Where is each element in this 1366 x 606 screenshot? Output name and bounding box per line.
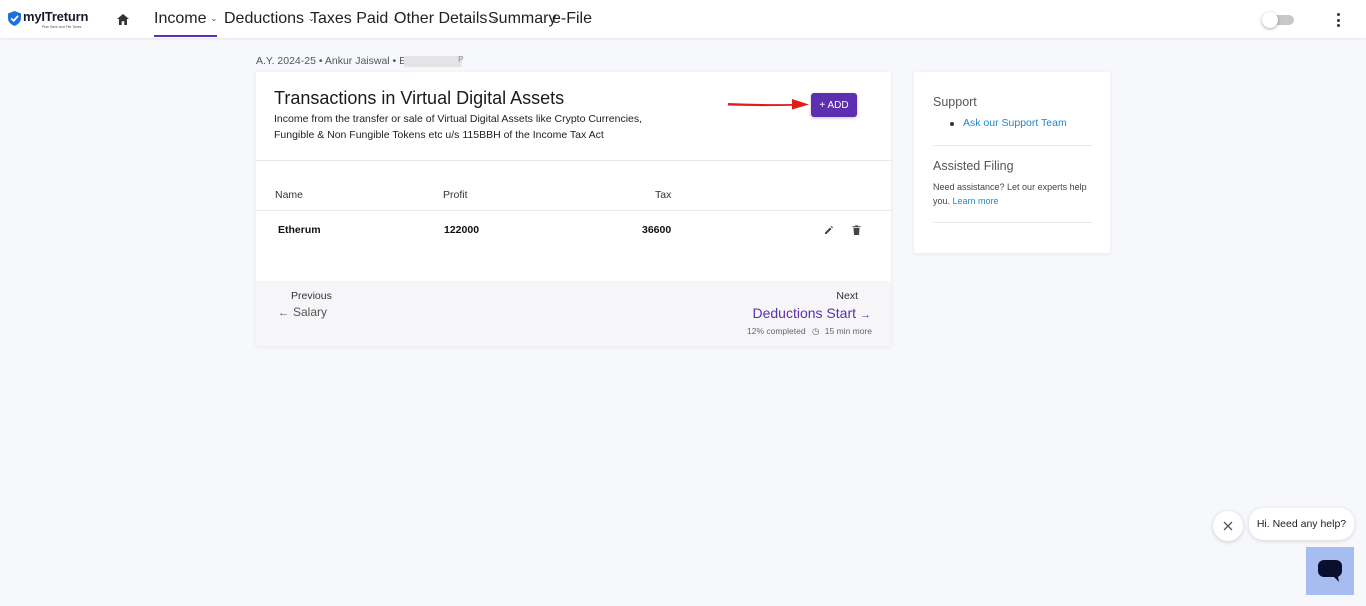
time-remaining-text: 15 min more [824, 326, 872, 336]
nav-deductions[interactable]: Deductions ⌄ [224, 0, 315, 38]
trash-icon[interactable] [852, 225, 861, 235]
theme-toggle-switch[interactable] [1262, 12, 1294, 28]
breadcrumb-trailing: P [458, 55, 464, 64]
nav-efile-label: e-File [552, 10, 593, 27]
nav-income[interactable]: Income ⌄ [154, 0, 218, 38]
row-profit: 122000 [444, 224, 480, 236]
chat-launcher-button[interactable] [1306, 547, 1354, 595]
learn-more-link[interactable]: Learn more [953, 196, 999, 206]
assisted-filing-text: Need assistance? Let our experts help yo… [933, 180, 1093, 208]
header-divider [256, 160, 891, 161]
clock-icon: ◷ [811, 326, 820, 336]
chat-close-button[interactable] [1213, 511, 1243, 541]
arrow-right-icon: → [860, 309, 871, 321]
redacted-pan [404, 55, 463, 67]
row-name: Etherum [278, 224, 321, 236]
support-title: Support [933, 95, 977, 109]
description-line-1: Income from the transfer or sale of Virt… [274, 113, 643, 125]
page-title: Transactions in Virtual Digital Assets [274, 88, 565, 108]
previous-step-label: Salary [293, 305, 328, 319]
step-navigation-footer: Previous ← Salary Next Deductions Start → … [256, 281, 891, 346]
breadcrumb-text: A.Y. 2024-25 • Ankur Jaiswal • E [256, 55, 407, 67]
next-step-link[interactable]: Deductions Start → [753, 305, 872, 321]
nav-efile[interactable]: e-File [552, 0, 592, 38]
nav-taxes-paid[interactable]: Taxes Paid ⌄ [310, 0, 399, 38]
shield-check-icon [8, 11, 21, 26]
progress-info: 12% completed ◷ 15 min more [747, 326, 872, 337]
nav-summary[interactable]: Summary [488, 0, 556, 38]
next-label: Next [836, 290, 858, 302]
previous-step-link[interactable]: ← Salary [278, 305, 327, 319]
logo-text: myITreturn [23, 9, 89, 24]
previous-label: Previous [291, 290, 332, 302]
nav-taxes-paid-label: Taxes Paid [310, 10, 389, 27]
nav-other-details-label: Other Details [394, 10, 488, 27]
arrow-left-icon: ← [278, 307, 289, 319]
close-icon [1223, 521, 1233, 531]
chat-icon [1318, 560, 1342, 582]
column-header-profit: Profit [443, 189, 468, 201]
nav-summary-label: Summary [488, 10, 557, 27]
nav-deductions-label: Deductions [224, 10, 305, 27]
more-vertical-icon[interactable] [1334, 13, 1342, 27]
progress-text: 12% completed [746, 326, 806, 336]
home-icon[interactable] [117, 14, 129, 25]
column-header-tax: Tax [655, 189, 672, 201]
row-tax: 36600 [642, 224, 672, 236]
breadcrumb: A.Y. 2024-25 • Ankur Jaiswal • E P [256, 55, 464, 67]
nav-income-label: Income [154, 10, 207, 27]
app-logo[interactable]: myITreturn Plan Save and File Taxes [8, 9, 89, 29]
list-bullet [950, 122, 954, 126]
sidebar-divider [933, 222, 1092, 223]
support-team-link[interactable]: Ask our Support Team [963, 117, 1067, 129]
vda-transactions-card: Transactions in Virtual Digital Assets I… [256, 72, 891, 346]
red-arrow-annotation [728, 99, 809, 110]
sidebar-divider [933, 145, 1092, 146]
description-line-2: Fungible & Non Fungible Tokens etc u/s 1… [274, 129, 604, 141]
add-transaction-button[interactable]: + ADD [811, 93, 857, 117]
column-header-name: Name [275, 189, 304, 201]
chevron-down-icon: ⌄ [210, 13, 218, 23]
table-header-divider [256, 210, 891, 211]
nav-other-details[interactable]: Other Details ⌄ [394, 0, 498, 38]
section-description: Income from the transfer or sale of Virt… [274, 111, 674, 143]
edit-pencil-icon[interactable] [824, 225, 834, 235]
toggle-knob [1262, 12, 1278, 28]
logo-tagline: Plan Save and File Taxes [42, 25, 82, 29]
chat-greeting-bubble[interactable]: Hi. Need any help? [1249, 508, 1354, 540]
support-sidebar: Support Ask our Support Team Assisted Fi… [914, 72, 1110, 253]
next-step-label: Deductions Start [752, 305, 857, 321]
top-navigation-bar: myITreturn Plan Save and File Taxes Inco… [0, 0, 1366, 38]
assisted-filing-title: Assisted Filing [933, 159, 1014, 173]
